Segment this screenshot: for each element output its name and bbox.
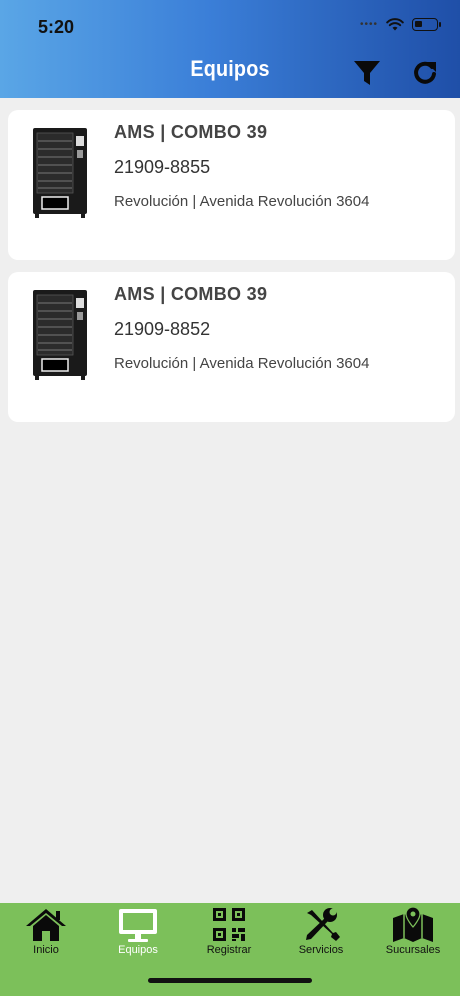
- equipo-brand-model: AMS | COMBO 39: [114, 122, 268, 142]
- vending-machine-image: [33, 290, 87, 380]
- equipo-serial: 21909-8852: [114, 319, 211, 339]
- tab-label: Servicios: [298, 944, 344, 956]
- refresh-icon: [414, 61, 436, 84]
- tab-servicios[interactable]: Servicios: [281, 907, 361, 956]
- wifi-icon: [386, 18, 404, 31]
- equipos-list: AMS | COMBO 39 21909-8855 Revolución | A…: [8, 110, 455, 434]
- status-bar: 5:20 ••••: [0, 0, 460, 50]
- home-icon: [26, 909, 66, 941]
- status-time: 5:20: [38, 17, 75, 37]
- app-header: 5:20 •••• Equipos: [0, 0, 460, 98]
- equipo-card[interactable]: AMS | COMBO 39 21909-8852 Revolución | A…: [8, 272, 455, 422]
- battery-level: [415, 21, 422, 27]
- tab-label: Registrar: [206, 944, 252, 956]
- home-indicator: [148, 978, 312, 983]
- equipo-brand-model: AMS | COMBO 39: [114, 284, 268, 304]
- tab-label: Inicio: [33, 944, 59, 956]
- tab-label: Equipos: [118, 944, 158, 956]
- equipo-card[interactable]: AMS | COMBO 39 21909-8855 Revolución | A…: [8, 110, 455, 260]
- equipo-serial: 21909-8855: [114, 157, 211, 177]
- filter-icon: [354, 61, 380, 85]
- battery-icon: [412, 18, 441, 31]
- tab-inicio[interactable]: Inicio: [6, 907, 86, 956]
- tools-icon: [306, 908, 340, 941]
- signal-icon: ••••: [359, 19, 378, 30]
- vending-machine-image: [33, 128, 87, 218]
- tab-registrar[interactable]: Registrar: [189, 907, 269, 956]
- refresh-button[interactable]: [408, 56, 442, 90]
- equipo-location: Revolución | Avenida Revolución 3604: [114, 355, 370, 372]
- tab-sucursales[interactable]: Sucursales: [373, 907, 453, 956]
- equipo-location: Revolución | Avenida Revolución 3604: [114, 193, 370, 210]
- map-pin-icon: [393, 907, 433, 942]
- monitor-icon: [119, 909, 157, 942]
- filter-button[interactable]: [350, 56, 384, 90]
- status-icons: ••••: [359, 18, 441, 31]
- qr-code-icon: [213, 908, 245, 941]
- tab-label: Sucursales: [385, 944, 441, 956]
- tab-equipos[interactable]: Equipos: [98, 907, 178, 956]
